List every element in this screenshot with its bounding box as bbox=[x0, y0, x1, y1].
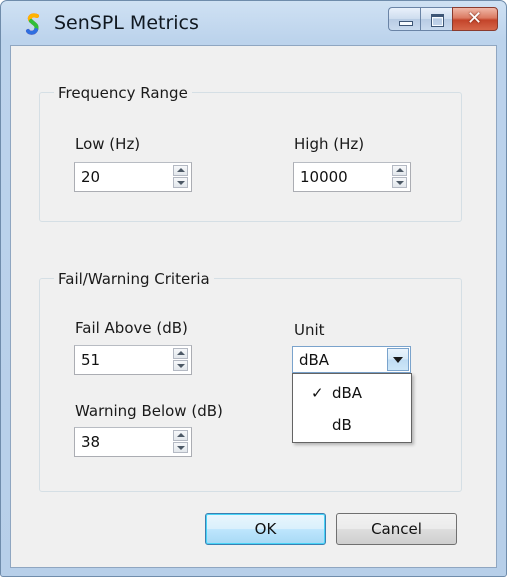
low-hz-spinbox[interactable]: 20 bbox=[74, 162, 192, 192]
spin-down-button[interactable] bbox=[173, 360, 188, 371]
spin-down-button[interactable] bbox=[392, 177, 407, 188]
fail-above-spin-arrows bbox=[173, 348, 188, 372]
close-button[interactable]: ✕ bbox=[452, 7, 498, 31]
high-hz-value: 10000 bbox=[300, 168, 348, 186]
minimize-button[interactable] bbox=[388, 7, 420, 31]
arrow-down-icon bbox=[396, 181, 404, 185]
fail-above-label: Fail Above (dB) bbox=[75, 319, 188, 337]
spin-up-button[interactable] bbox=[173, 348, 188, 359]
window-title: SenSPL Metrics bbox=[54, 12, 199, 34]
spin-up-button[interactable] bbox=[392, 165, 407, 176]
frequency-range-group-label: Frequency Range bbox=[54, 83, 192, 103]
checkmark-icon: ✓ bbox=[311, 384, 324, 402]
arrow-up-icon bbox=[177, 433, 185, 437]
warning-below-spinbox[interactable]: 38 bbox=[74, 427, 192, 457]
spin-down-button[interactable] bbox=[173, 177, 188, 188]
arrow-up-icon bbox=[177, 351, 185, 355]
cancel-button[interactable]: Cancel bbox=[336, 513, 457, 545]
unit-dropdown-button[interactable] bbox=[387, 348, 409, 371]
spin-up-button[interactable] bbox=[173, 165, 188, 176]
fail-above-spinbox[interactable]: 51 bbox=[74, 345, 192, 375]
app-icon bbox=[26, 13, 39, 35]
arrow-up-icon bbox=[177, 168, 185, 172]
unit-label: Unit bbox=[294, 321, 325, 339]
warning-below-label: Warning Below (dB) bbox=[75, 402, 223, 420]
maximize-button[interactable] bbox=[420, 7, 452, 31]
spin-up-button[interactable] bbox=[173, 430, 188, 441]
unit-option-label: dBA bbox=[332, 384, 363, 402]
fail-above-value: 51 bbox=[81, 351, 101, 369]
unit-dropdown-list: ✓ dBA dB bbox=[292, 373, 412, 443]
unit-selected-value: dBA bbox=[299, 351, 330, 369]
frequency-range-group bbox=[39, 92, 462, 222]
low-hz-label: Low (Hz) bbox=[75, 135, 141, 153]
dialog-client-area: Frequency Range Low (Hz) 20 High (Hz) 10… bbox=[10, 45, 497, 568]
arrow-down-icon bbox=[177, 446, 185, 450]
spin-down-button[interactable] bbox=[173, 442, 188, 453]
low-hz-value: 20 bbox=[81, 168, 101, 186]
ok-button[interactable]: OK bbox=[205, 513, 326, 545]
warning-below-value: 38 bbox=[81, 433, 101, 451]
high-hz-spinbox[interactable]: 10000 bbox=[293, 162, 411, 192]
arrow-down-icon bbox=[177, 181, 185, 185]
unit-option-db[interactable]: dB bbox=[293, 410, 411, 440]
arrow-down-icon bbox=[177, 364, 185, 368]
close-icon: ✕ bbox=[467, 8, 483, 29]
title-bar[interactable]: SenSPL Metrics ✕ bbox=[1, 1, 506, 45]
unit-option-label: dB bbox=[332, 416, 352, 434]
dialog-window: SenSPL Metrics ✕ Frequency Range Low (Hz… bbox=[0, 0, 507, 577]
high-hz-spin-arrows bbox=[392, 165, 407, 189]
maximize-icon bbox=[431, 14, 444, 27]
chevron-down-icon bbox=[393, 357, 403, 363]
warning-below-spin-arrows bbox=[173, 430, 188, 454]
minimize-icon bbox=[399, 21, 413, 26]
unit-option-dba[interactable]: ✓ dBA bbox=[293, 378, 411, 408]
arrow-up-icon bbox=[396, 168, 404, 172]
unit-combobox[interactable]: dBA bbox=[292, 346, 411, 373]
high-hz-label: High (Hz) bbox=[294, 135, 365, 153]
caption-buttons: ✕ bbox=[388, 7, 498, 33]
criteria-group-label: Fail/Warning Criteria bbox=[54, 269, 214, 289]
low-hz-spin-arrows bbox=[173, 165, 188, 189]
